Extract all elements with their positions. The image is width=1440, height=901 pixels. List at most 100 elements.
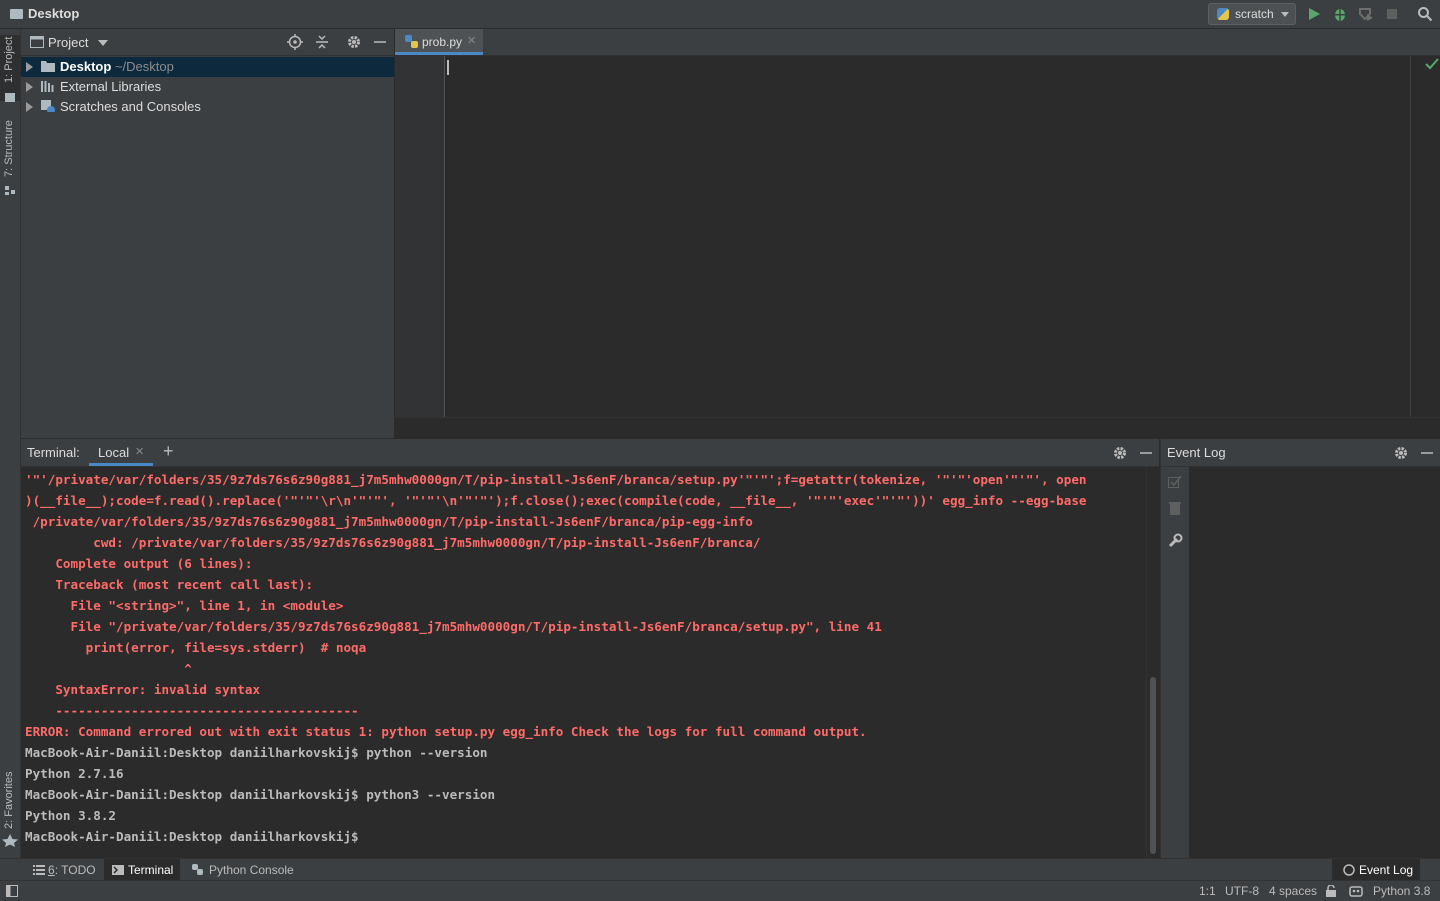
tool-tab-structure[interactable]: 7: Structure [0, 115, 20, 197]
editor-tab-label: prob.py [422, 35, 463, 49]
debug-button[interactable] [1332, 6, 1348, 22]
python-file-icon [405, 35, 418, 48]
expand-arrow-icon[interactable] [26, 102, 33, 112]
terminal-scrollbar[interactable] [1146, 467, 1160, 858]
structure-icon [5, 186, 15, 195]
project-view-dropdown[interactable]: Project [48, 35, 88, 50]
terminal-line: print(error, file=sys.stderr) # noqa [25, 640, 367, 655]
close-icon[interactable]: ✕ [467, 34, 476, 47]
minimize-icon[interactable] [1138, 445, 1154, 461]
tree-item-scratches[interactable]: Scratches and Consoles [21, 97, 394, 117]
tool-tab-project-label: 1: Project [3, 36, 15, 83]
speech-bubble-icon [1343, 864, 1355, 876]
tool-window-bar: 6: TODO Terminal Python Console Event Lo… [0, 858, 1440, 881]
gear-icon[interactable] [346, 34, 362, 50]
tree-item-label: Scratches and Consoles [60, 99, 201, 114]
tool-tab-todo[interactable]: 6: TODO [28, 859, 100, 881]
terminal-header: Terminal: Local ✕ + [21, 439, 1159, 467]
tree-item-external-libraries[interactable]: External Libraries [21, 77, 394, 97]
lock-icon[interactable] [1325, 885, 1337, 897]
list-icon [33, 865, 45, 875]
left-tool-strip: 1: Project 7: Structure 2: Favorites [0, 29, 21, 880]
terminal-line: Python 2.7.16 [25, 766, 124, 781]
tool-tab-project[interactable]: 1: Project [0, 35, 20, 102]
locate-icon[interactable] [287, 34, 303, 50]
wrench-icon[interactable] [1167, 533, 1183, 549]
tool-tab-event-log[interactable]: Event Log [1332, 859, 1420, 881]
folder-icon [5, 93, 15, 102]
terminal-line: ERROR: Command errored out with exit sta… [25, 724, 867, 739]
tree-item-desktop[interactable]: Desktop ~/Desktop [21, 57, 394, 77]
terminal-line: Traceback (most recent call last): [25, 577, 314, 592]
tree-item-path: ~/Desktop [114, 59, 174, 74]
terminal-tab-label: Local [98, 445, 130, 460]
file-encoding[interactable]: UTF-8 [1225, 884, 1259, 898]
terminal-line: Python 3.8.2 [25, 808, 116, 823]
tree-item-label: External Libraries [60, 79, 162, 94]
code-editor[interactable] [395, 56, 1440, 417]
minimize-icon[interactable] [1419, 445, 1435, 461]
caret-position[interactable]: 1:1 [1199, 884, 1216, 898]
search-icon [1418, 7, 1433, 22]
scratches-icon [41, 100, 55, 112]
tool-tab-python-console[interactable]: Python Console [186, 859, 294, 881]
expand-arrow-icon[interactable] [26, 82, 33, 92]
terminal-line: /private/var/folders/35/9z7ds76s6z90g881… [25, 514, 753, 529]
python-icon [1217, 8, 1229, 20]
mark-all-read-icon[interactable] [1167, 474, 1183, 490]
gear-icon[interactable] [1112, 445, 1128, 461]
minimize-icon[interactable] [372, 34, 388, 50]
scrollbar-thumb[interactable] [1150, 677, 1156, 854]
editor-gutter [395, 56, 445, 417]
gear-icon[interactable] [1393, 445, 1409, 461]
tool-tab-todo-label: : TODO [54, 863, 96, 877]
terminal-icon [112, 865, 124, 875]
tool-tab-python-console-label: Python Console [209, 863, 294, 877]
event-log-body [1189, 467, 1440, 858]
tool-tab-terminal-label: Terminal [128, 863, 174, 877]
terminal-title: Terminal: [27, 445, 80, 460]
search-everywhere-button[interactable] [1417, 6, 1433, 22]
python-interpreter[interactable]: Python 3.8 [1373, 884, 1430, 898]
text-caret [447, 60, 449, 75]
terminal-line: SyntaxError: invalid syntax [25, 682, 261, 697]
window-title: Desktop [28, 6, 80, 21]
tool-tab-favorites[interactable]: 2: Favorites [0, 769, 20, 849]
tool-tab-event-log-label: Event Log [1359, 863, 1414, 877]
terminal-tab-local[interactable]: Local ✕ [89, 439, 153, 466]
collapse-all-icon[interactable] [314, 34, 330, 50]
toggle-tool-windows-icon[interactable] [6, 885, 18, 897]
event-log-header: Event Log [1160, 439, 1440, 467]
expand-arrow-icon[interactable] [26, 62, 33, 72]
stop-button[interactable] [1384, 6, 1400, 22]
bug-icon [1334, 9, 1346, 21]
folder-icon [10, 9, 23, 19]
inspector-icon[interactable] [1349, 885, 1363, 897]
run-button[interactable] [1306, 6, 1322, 22]
tree-item-label: Desktop [60, 59, 112, 74]
terminal-line: ^ [25, 661, 192, 676]
tool-tab-terminal[interactable]: Terminal [104, 859, 180, 881]
close-icon[interactable]: ✕ [135, 445, 144, 458]
editor-horizontal-scrollbar[interactable] [395, 417, 1440, 439]
terminal-output[interactable]: '"'/private/var/folders/35/9z7ds76s6z90g… [21, 467, 1146, 858]
run-configuration-dropdown[interactable]: scratch [1208, 3, 1296, 25]
trash-icon[interactable] [1167, 500, 1183, 516]
editor-tab-prob-py[interactable]: prob.py ✕ [395, 29, 483, 55]
status-bar: 1:1 UTF-8 4 spaces Python 3.8 [0, 880, 1440, 901]
event-log-toolbar [1160, 467, 1190, 858]
chevron-down-icon [1281, 12, 1289, 17]
terminal-line: File "/private/var/folders/35/9z7ds76s6z… [25, 619, 882, 634]
editor-error-stripe [1410, 56, 1440, 417]
coverage-icon [1359, 8, 1373, 21]
terminal-line: ---------------------------------------- [25, 703, 359, 718]
play-icon [1309, 8, 1320, 20]
stop-icon [1387, 9, 1397, 19]
new-terminal-tab-button[interactable]: + [163, 441, 174, 462]
chevron-down-icon[interactable] [98, 40, 108, 46]
terminal-line: MacBook-Air-Daniil:Desktop daniilharkovs… [25, 787, 496, 802]
indent-setting[interactable]: 4 spaces [1269, 884, 1317, 898]
tool-tab-favorites-label: 2: Favorites [3, 771, 15, 829]
library-icon [41, 81, 54, 92]
run-with-coverage-button[interactable] [1358, 6, 1374, 22]
